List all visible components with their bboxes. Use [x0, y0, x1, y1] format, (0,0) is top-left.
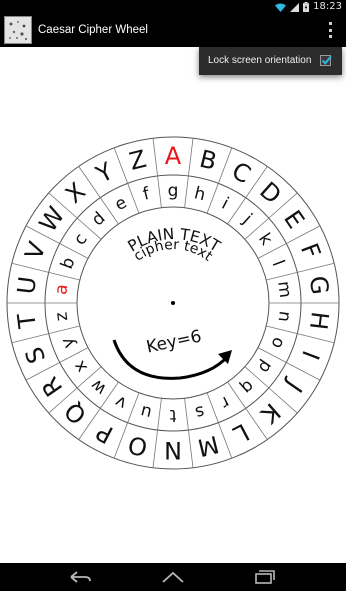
plain-letter-A: A [165, 142, 182, 170]
menu-item-lock-orientation[interactable]: Lock screen orientation [199, 47, 342, 75]
plain-letter-H: H [304, 310, 334, 331]
back-icon [70, 571, 91, 583]
home-icon [162, 571, 184, 583]
lock-orientation-checkbox[interactable] [320, 55, 332, 66]
status-bar: 18:23 [0, 0, 346, 13]
cipher-letter-m: m [273, 280, 295, 299]
recent-apps-icon [255, 570, 275, 584]
plain-letter-U: U [12, 275, 42, 296]
cipher-letter-g: g [168, 181, 179, 201]
menu-item-label: Lock screen orientation [208, 55, 312, 66]
wheel-center-dot [171, 301, 175, 305]
plain-letter-N: N [164, 436, 182, 464]
recent-apps-button[interactable] [245, 567, 285, 587]
cipher-letter-t: t [169, 405, 176, 425]
app-title: Caesar Cipher Wheel [38, 24, 148, 36]
nav-bar [0, 563, 346, 591]
status-icons: 18:23 [275, 1, 342, 13]
status-time: 18:23 [313, 1, 342, 12]
back-button[interactable] [60, 567, 100, 587]
overflow-menu-icon[interactable] [324, 21, 336, 39]
cipher-wheel[interactable]: ABCDEFGHIJKLMNOPQRSTUVWXYZ ghijklmnopqrs… [0, 130, 346, 476]
home-button[interactable] [153, 567, 193, 587]
action-bar: Caesar Cipher Wheel [0, 13, 346, 47]
app-logo-icon[interactable] [4, 16, 32, 44]
plain-letter-G: G [304, 274, 334, 296]
